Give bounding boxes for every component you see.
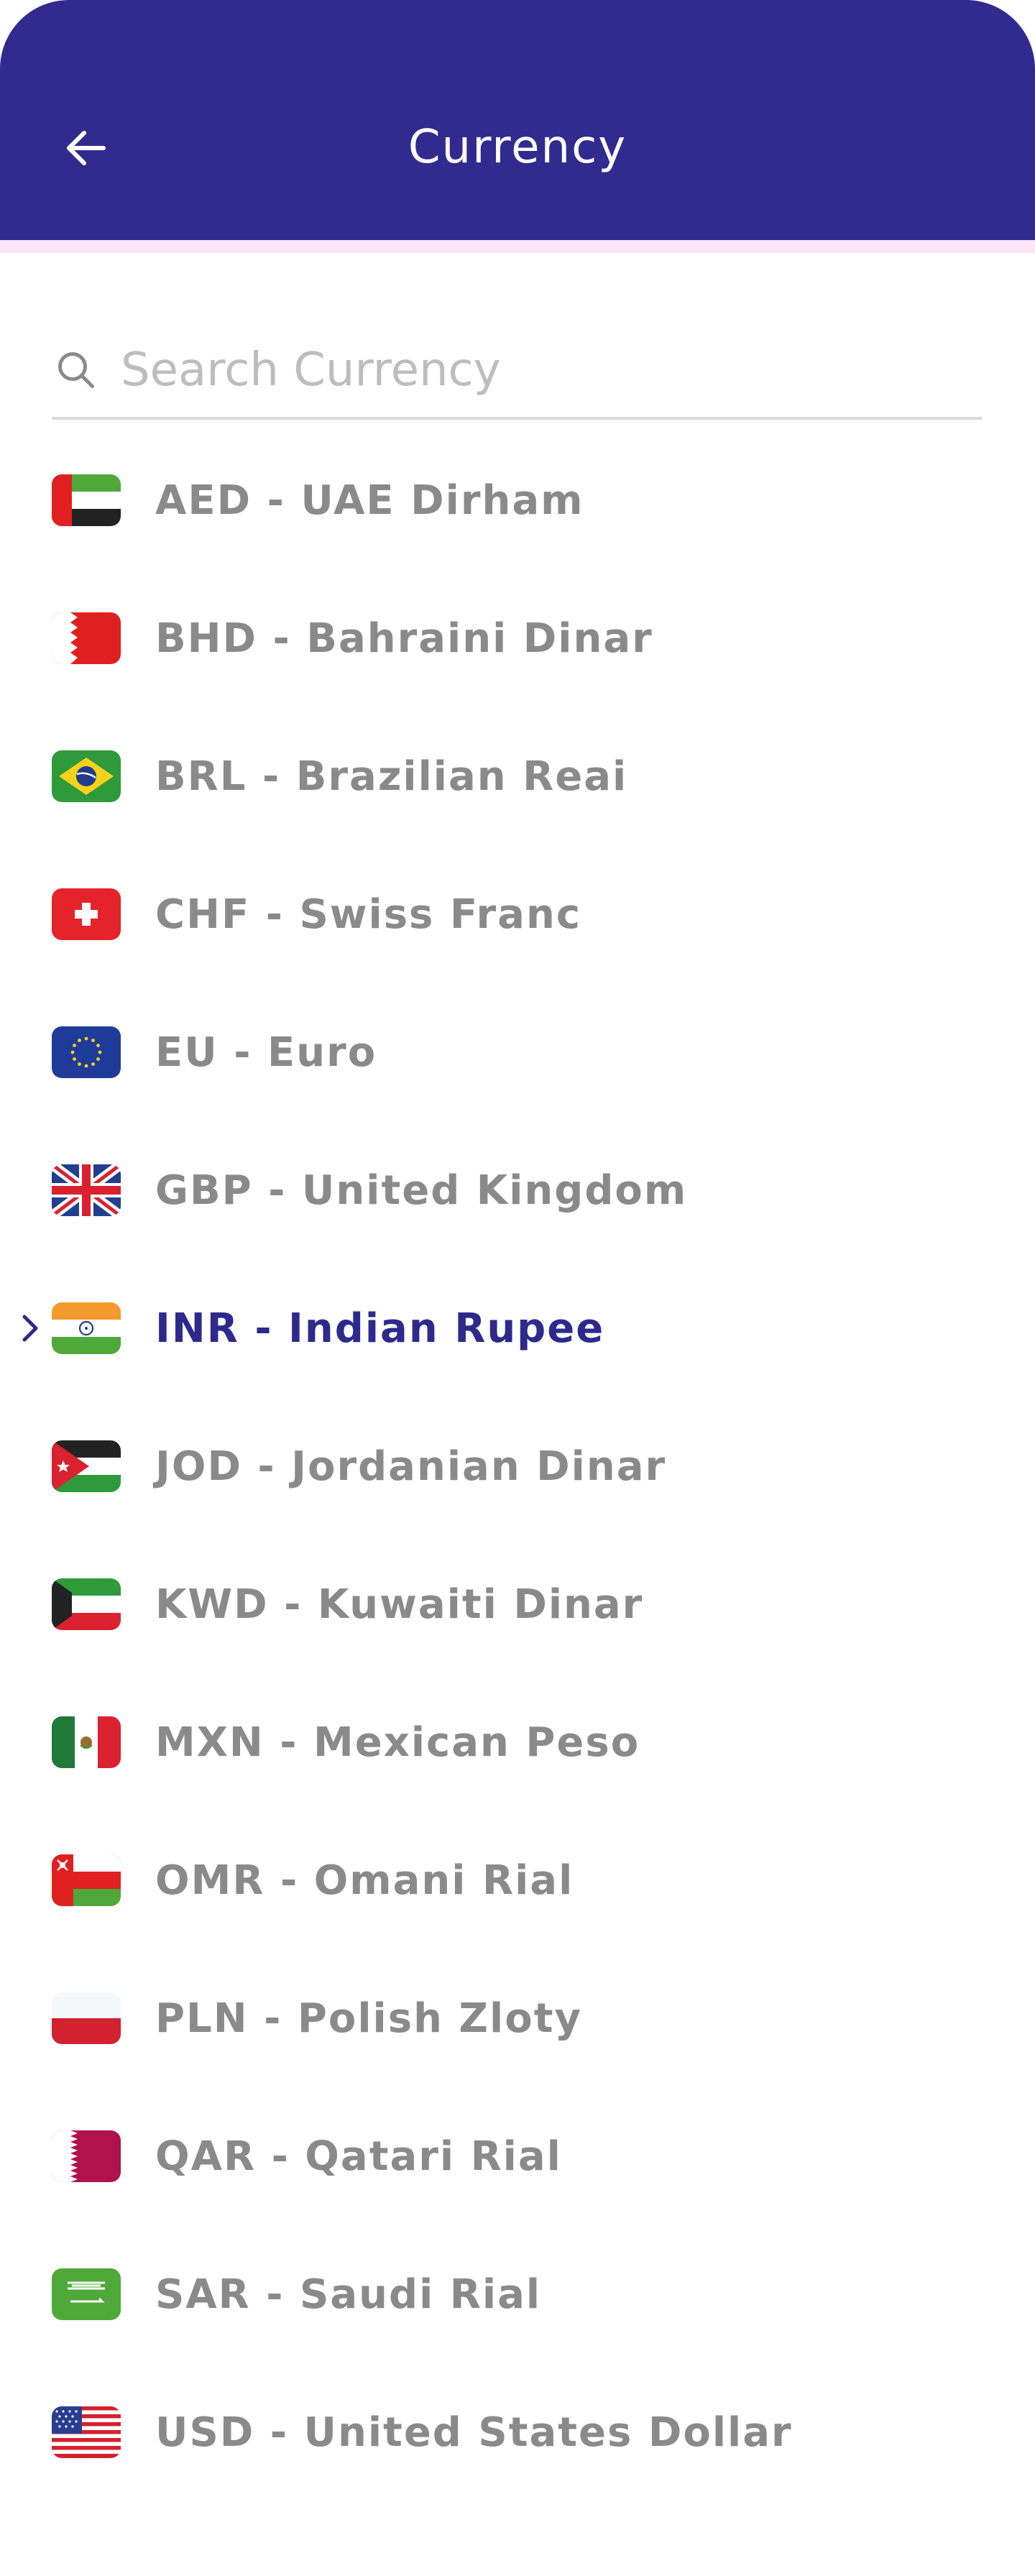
search-input[interactable]: [119, 343, 949, 397]
list-item[interactable]: AED - UAE Dirham: [0, 431, 1035, 569]
currency-label: QAR - Qatari Rial: [155, 2133, 562, 2180]
list-item[interactable]: JOD - Jordanian Dinar: [0, 1397, 1035, 1535]
list-item[interactable]: EU - Euro: [0, 983, 1035, 1121]
currency-label: GBP - United Kingdom: [155, 1167, 688, 1214]
list-item[interactable]: PLN - Polish Zloty: [0, 1949, 1035, 2087]
uae-flag-icon: [52, 474, 121, 526]
poland-flag-icon: [52, 1992, 121, 2044]
oman-flag-icon: [52, 1854, 121, 1906]
list-item[interactable]: OMR - Omani Rial: [0, 1811, 1035, 1949]
page-title: Currency: [408, 121, 627, 174]
list-item[interactable]: CHF - Swiss Franc: [0, 845, 1035, 983]
qatar-flag-icon: [52, 2130, 121, 2182]
brazil-flag-icon: [52, 750, 121, 802]
uk-flag-icon: [52, 1164, 121, 1216]
currency-list: AED - UAE Dirham BHD - Bahraini Dinar BR…: [0, 431, 1035, 2501]
currency-label: INR - Indian Rupee: [155, 1305, 605, 1352]
currency-label: AED - UAE Dirham: [155, 477, 584, 524]
search-bar[interactable]: [52, 323, 982, 420]
currency-label: MXN - Mexican Peso: [155, 1719, 640, 1766]
list-item[interactable]: MXN - Mexican Peso: [0, 1673, 1035, 1811]
currency-label: JOD - Jordanian Dinar: [155, 1443, 667, 1490]
currency-label: BRL - Brazilian Reai: [155, 753, 628, 800]
bahrain-flag-icon: [52, 612, 121, 664]
search-icon: [53, 347, 99, 393]
currency-label: EU - Euro: [155, 1029, 377, 1076]
jordan-flag-icon: [52, 1440, 121, 1492]
list-item[interactable]: BHD - Bahraini Dinar: [0, 569, 1035, 707]
currency-label: PLN - Polish Zloty: [155, 1995, 582, 2042]
list-item[interactable]: KWD - Kuwaiti Dinar: [0, 1535, 1035, 1673]
list-item[interactable]: QAR - Qatari Rial: [0, 2087, 1035, 2225]
app-header: Currency: [0, 0, 1035, 243]
currency-label: SAR - Saudi Rial: [155, 2271, 542, 2318]
currency-label: BHD - Bahraini Dinar: [155, 615, 653, 662]
list-item[interactable]: BRL - Brazilian Reai: [0, 707, 1035, 845]
list-item[interactable]: USD - United States Dollar: [0, 2363, 1035, 2501]
currency-label: USD - United States Dollar: [155, 2409, 793, 2456]
chevron-right-icon: [22, 1315, 38, 1342]
kuwait-flag-icon: [52, 1578, 121, 1630]
currency-label: OMR - Omani Rial: [155, 1857, 574, 1904]
usa-flag-icon: [52, 2406, 121, 2458]
eu-flag-icon: [52, 1026, 121, 1078]
india-flag-icon: [52, 1302, 121, 1354]
list-item[interactable]: GBP - United Kingdom: [0, 1121, 1035, 1259]
saudi-flag-icon: [52, 2268, 121, 2320]
list-item[interactable]: SAR - Saudi Rial: [0, 2225, 1035, 2363]
switzerland-flag-icon: [52, 888, 121, 940]
currency-label: CHF - Swiss Franc: [155, 891, 582, 938]
list-item-selected[interactable]: INR - Indian Rupee: [0, 1259, 1035, 1397]
currency-label: KWD - Kuwaiti Dinar: [155, 1581, 644, 1628]
mexico-flag-icon: [52, 1716, 121, 1768]
